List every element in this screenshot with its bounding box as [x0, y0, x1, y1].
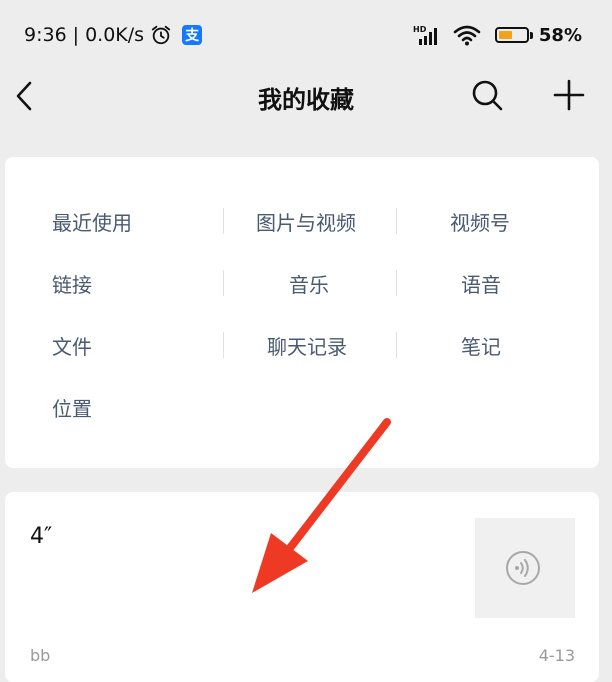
column-divider — [396, 270, 397, 296]
status-left: 9:36 | 0.0K/s 支 — [24, 24, 203, 46]
category-music[interactable]: 音乐 — [289, 269, 329, 298]
battery-fill — [498, 31, 513, 39]
header: 我的收藏 — [0, 72, 612, 120]
status-bar: 9:36 | 0.0K/s 支 HD 58% — [0, 0, 612, 72]
category-card: 最近使用 图片与视频 视频号 链接 音乐 语音 文件 聊天记录 笔记 位置 — [5, 157, 599, 468]
category-files[interactable]: 文件 — [52, 331, 92, 360]
battery-percent: 58% — [538, 24, 582, 46]
hd-label: HD — [413, 25, 427, 34]
category-voice[interactable]: 语音 — [461, 269, 501, 298]
favorite-source: bb — [30, 646, 51, 665]
alipay-icon: 支 — [182, 25, 203, 45]
voice-icon — [506, 551, 540, 585]
column-divider — [223, 270, 224, 296]
battery-tip — [529, 31, 533, 39]
network-speed: 0.0K/s — [85, 24, 145, 46]
page-title: 我的收藏 — [258, 86, 354, 114]
favorite-date: 4-13 — [538, 646, 575, 665]
battery-icon — [494, 27, 529, 43]
status-separator: | — [72, 24, 80, 46]
column-divider — [396, 208, 397, 234]
column-divider — [223, 208, 224, 234]
category-links[interactable]: 链接 — [52, 269, 92, 298]
status-right: HD 58% — [413, 24, 582, 46]
category-channels[interactable]: 视频号 — [450, 207, 510, 236]
favorite-item[interactable]: 4″ bb 4-13 — [5, 492, 599, 682]
favorite-thumbnail — [475, 518, 575, 618]
category-photos-videos[interactable]: 图片与视频 — [256, 207, 356, 236]
hd-signal-icon: HD — [413, 25, 437, 45]
category-notes[interactable]: 笔记 — [461, 331, 501, 360]
column-divider — [223, 332, 224, 358]
voice-duration: 4″ — [30, 524, 53, 549]
category-recent[interactable]: 最近使用 — [52, 207, 132, 236]
status-time: 9:36 — [24, 24, 67, 46]
wifi-icon — [453, 25, 481, 46]
search-icon[interactable] — [470, 78, 504, 112]
alarm-icon — [151, 25, 171, 45]
column-divider — [396, 332, 397, 358]
category-chat-history[interactable]: 聊天记录 — [267, 331, 347, 360]
plus-icon[interactable] — [552, 78, 586, 112]
category-location[interactable]: 位置 — [52, 393, 92, 422]
